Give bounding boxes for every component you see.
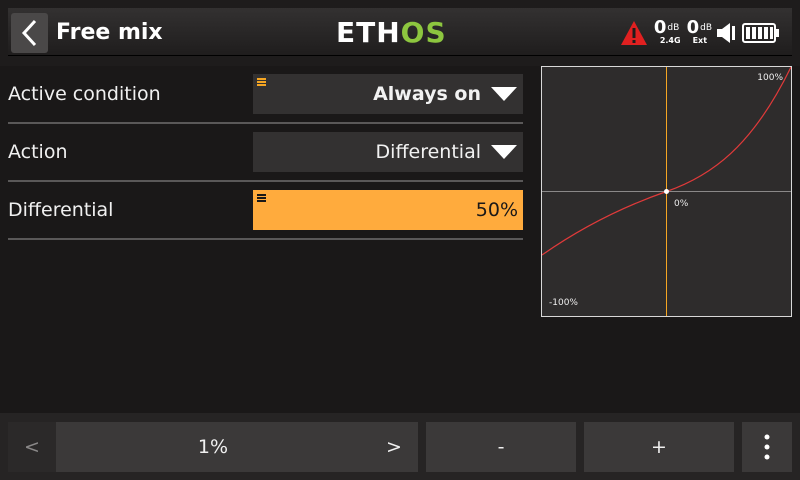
step-next-button[interactable]: > [370,422,418,472]
rssi-external: 0dB Ext [686,17,712,46]
warning-icon [620,21,647,45]
decrement-button[interactable]: - [426,422,576,472]
more-options-button[interactable] [742,422,792,472]
page-title: Free mix [56,20,163,45]
curve-max-label: 100% [757,73,783,83]
differential-value-field[interactable]: 50% [253,190,523,230]
rssi-external-value: 0 [686,17,700,38]
back-button[interactable] [11,13,48,53]
caret-down-icon [491,145,517,159]
rssi-internal-label: 2.4G [659,36,681,45]
speaker-icon [717,23,735,43]
chevron-left-icon [21,19,36,47]
increment-button[interactable]: + [584,422,734,472]
curve-preview: 100% 0% -100% [541,66,792,317]
differential-value: 50% [475,199,518,221]
menu-icon [257,78,266,86]
curve-min-label: -100% [549,298,578,308]
differential-label: Differential [8,199,114,221]
curve-center-label: 0% [674,199,689,209]
bottom-toolbar: < 1% > - + [0,413,800,480]
divider [8,122,523,124]
divider [8,180,523,182]
ethos-logo: ETHOS [336,14,447,52]
logo-text-b: OS [400,16,447,49]
center-point [664,189,669,194]
step-prev-button[interactable]: < [8,422,56,472]
active-condition-label: Active condition [8,83,161,105]
step-value: 1% [197,436,229,458]
logo-text-a: ETH [336,16,401,49]
rssi-internal-unit: dB [667,23,680,33]
rssi-external-unit: dB [700,23,712,33]
free-mix-screen: Free mix ETHOS 0dB 2.4G 0dB Ext Active c… [0,0,800,480]
header: Free mix ETHOS 0dB 2.4G 0dB Ext [0,0,800,66]
action-value: Differential [375,141,481,163]
active-condition-dropdown[interactable]: Always on [253,74,523,114]
rssi-internal-value: 0 [653,17,667,38]
action-label: Action [8,141,68,163]
kebab-menu-icon [764,434,770,460]
rssi-external-label: Ext [692,36,708,45]
battery-icon [742,23,779,43]
curve-graph [542,67,791,316]
action-dropdown[interactable]: Differential [253,132,523,172]
caret-down-icon [491,87,517,101]
rssi-internal: 0dB 2.4G [653,17,681,46]
divider [8,238,523,240]
menu-icon [257,194,266,202]
value-stepper: < 1% > [8,422,418,472]
status-area[interactable]: 0dB 2.4G 0dB Ext [620,14,780,52]
active-condition-value: Always on [373,83,481,105]
